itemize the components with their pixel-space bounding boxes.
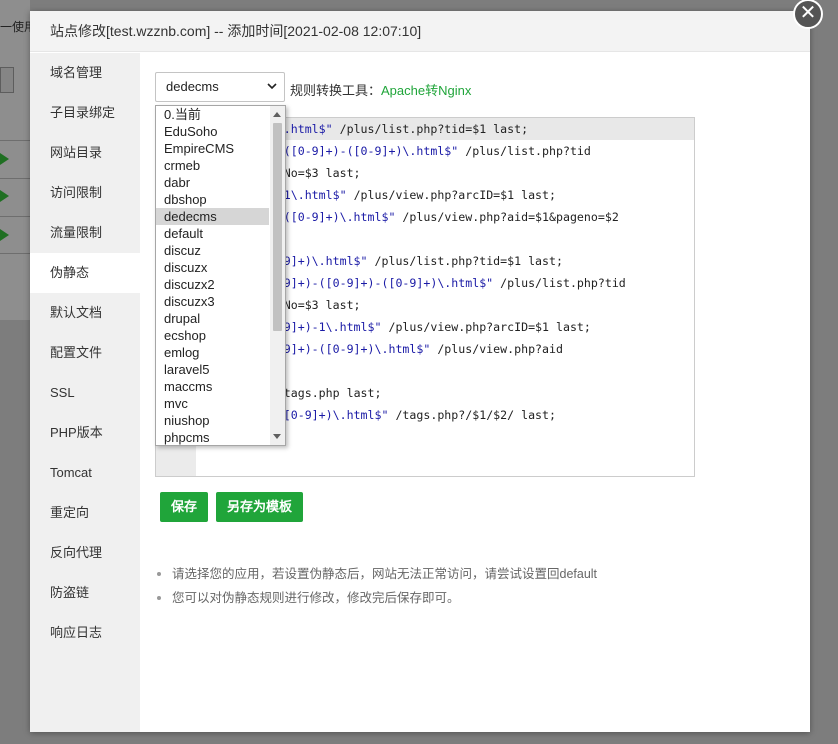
- sidebar-item[interactable]: PHP版本: [30, 413, 140, 453]
- tip-item: 请选择您的应用，若设置伪静态后，网站无法正常访问，请尝试设置回default: [155, 563, 597, 587]
- dropdown-option[interactable]: crmeb: [156, 157, 269, 174]
- dropdown-option[interactable]: dedecms: [156, 208, 269, 225]
- background-divider: [0, 216, 30, 217]
- dropdown-scrollbar[interactable]: [270, 106, 285, 445]
- play-icon: [0, 190, 9, 202]
- code-text: /plus/view.php?arcID=$1 last;: [381, 320, 591, 334]
- rule-convert-label: 规则转换工具：: [290, 83, 382, 98]
- dropdown-option[interactable]: EduSoho: [156, 123, 269, 140]
- sidebar-item[interactable]: Tomcat: [30, 453, 140, 493]
- code-text: /plus/list.php?tid=$1 last;: [367, 254, 563, 268]
- sidebar-item[interactable]: 反向代理: [30, 533, 140, 573]
- background-divider: [0, 178, 30, 179]
- chevron-down-icon: [267, 83, 277, 90]
- sidebar-item[interactable]: 网站目录: [30, 133, 140, 173]
- close-icon[interactable]: ✕: [793, 0, 823, 29]
- scroll-down-icon[interactable]: [273, 434, 281, 439]
- dropdown-option[interactable]: dbshop: [156, 191, 269, 208]
- code-text: /plus/list.php?tid=$1 last;: [332, 122, 529, 136]
- apache-to-nginx-link[interactable]: Apache转Nginx: [381, 83, 471, 98]
- sidebar-item[interactable]: 配置文件: [30, 333, 140, 373]
- code-text: /plus/view.php?aid: [430, 342, 563, 356]
- dropdown-option[interactable]: niushop: [156, 412, 269, 429]
- dropdown-option[interactable]: laravel5: [156, 361, 269, 378]
- dropdown-option[interactable]: emlog: [156, 344, 269, 361]
- play-icon: [0, 229, 9, 241]
- sidebar-item[interactable]: 伪静态: [30, 253, 140, 293]
- modal-title: 站点修改[test.wzznb.com] -- 添加时间[2021-02-08 …: [30, 11, 810, 52]
- dropdown-option[interactable]: discuzx: [156, 259, 269, 276]
- dropdown-option[interactable]: dabr: [156, 174, 269, 191]
- code-text: /plus/list.php?tid: [493, 276, 626, 290]
- tip-item: 您可以对伪静态规则进行修改，修改完后保存即可。: [155, 587, 597, 611]
- dropdown-option[interactable]: ecshop: [156, 327, 269, 344]
- dropdown-option[interactable]: drupal: [156, 310, 269, 327]
- code-text: /plus/view.php?arcID=$1 last;: [346, 188, 556, 202]
- scrollbar-thumb[interactable]: [273, 123, 282, 331]
- rewrite-template-select-value: dedecms: [166, 79, 219, 94]
- background-button: [0, 67, 14, 93]
- site-edit-modal: 站点修改[test.wzznb.com] -- 添加时间[2021-02-08 …: [30, 11, 810, 732]
- sidebar-item[interactable]: 子目录绑定: [30, 93, 140, 133]
- scroll-up-icon[interactable]: [273, 112, 281, 117]
- code-text: /tags.php last;: [269, 386, 382, 400]
- sidebar-item[interactable]: 流量限制: [30, 213, 140, 253]
- dropdown-option[interactable]: 0.当前: [156, 106, 269, 123]
- rewrite-template-dropdown[interactable]: 0.当前 EduSoho EmpireCMS crmeb dabr dbshop dedec…: [155, 105, 286, 446]
- tips-list: 请选择您的应用，若设置伪静态后，网站无法正常访问，请尝试设置回default 您可…: [155, 563, 597, 611]
- save-as-template-button[interactable]: 另存为模板: [216, 492, 304, 522]
- code-text: /tags.php?/$1/$2/ last;: [388, 408, 556, 422]
- sidebar-item[interactable]: SSL: [30, 373, 140, 413]
- sidebar-item[interactable]: 默认文档: [30, 293, 140, 333]
- background-divider: [0, 253, 30, 254]
- background-divider: [0, 140, 30, 141]
- sidebar: 域名管理 子目录绑定 网站目录 访问限制 流量限制 伪静态 默认文档 配置文件 SSL PHP版本…: [30, 53, 140, 732]
- rule-convert-tool: 规则转换工具：Apache转Nginx: [290, 80, 471, 99]
- dropdown-option[interactable]: mvc: [156, 395, 269, 412]
- play-icon: [0, 153, 9, 165]
- dropdown-option[interactable]: phpcms: [156, 429, 269, 445]
- rewrite-template-select[interactable]: dedecms: [155, 72, 285, 102]
- sidebar-item[interactable]: 域名管理: [30, 53, 140, 93]
- sidebar-item[interactable]: 访问限制: [30, 173, 140, 213]
- sidebar-item[interactable]: 响应日志: [30, 613, 140, 653]
- save-button[interactable]: 保存: [160, 492, 209, 522]
- dropdown-option[interactable]: discuzx2: [156, 276, 269, 293]
- code-text: /plus/list.php?tid: [458, 144, 591, 158]
- sidebar-item[interactable]: 重定向: [30, 493, 140, 533]
- sidebar-item[interactable]: 防盗链: [30, 573, 140, 613]
- dropdown-option[interactable]: maccms: [156, 378, 269, 395]
- dropdown-option[interactable]: EmpireCMS: [156, 140, 269, 157]
- code-text: /plus/view.php?aid=$1&pageno=$2: [395, 210, 619, 224]
- dropdown-option[interactable]: discuzx3: [156, 293, 269, 310]
- dropdown-option[interactable]: default: [156, 225, 269, 242]
- dropdown-option[interactable]: discuz: [156, 242, 269, 259]
